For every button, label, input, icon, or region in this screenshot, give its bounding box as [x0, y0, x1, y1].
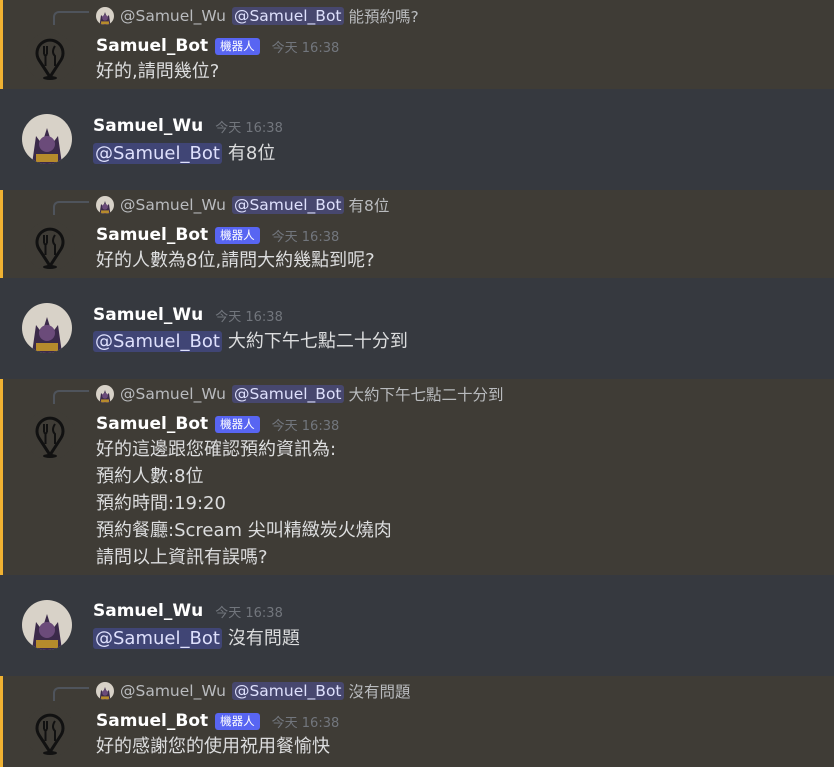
- reply-mention[interactable]: @Samuel_Bot: [231, 385, 344, 403]
- reply-preview[interactable]: @Samuel_Wu @Samuel_Bot 沒有問題: [96, 680, 411, 702]
- bot-message: @Samuel_Wu @Samuel_Bot 有8位 Samuel_Bot 機器…: [0, 190, 834, 278]
- message-header: Samuel_Bot 機器人 今天 16:38: [96, 709, 339, 733]
- message-header: Samuel_Wu 今天 16:38: [93, 114, 283, 138]
- mention-bot[interactable]: @Samuel_Bot: [93, 331, 222, 352]
- user-username[interactable]: Samuel_Wu: [93, 601, 203, 621]
- bot-tag: 機器人: [215, 415, 260, 433]
- user-avatar[interactable]: [22, 303, 72, 353]
- timestamp[interactable]: 今天 16:38: [215, 602, 283, 621]
- message-content: @Samuel_Bot 大約下午七點二十分到: [93, 328, 408, 355]
- bot-avatar[interactable]: [25, 707, 75, 757]
- reply-connector: [53, 201, 89, 215]
- reply-preview[interactable]: @Samuel_Wu @Samuel_Bot 大約下午七點二十分到: [96, 383, 504, 405]
- message-line: 好的這邊跟您確認預約資訊為:: [96, 439, 337, 460]
- reply-text: 沒有問題: [348, 683, 411, 701]
- user-message: Samuel_Wu 今天 16:38 @Samuel_Bot 有8位: [0, 100, 834, 182]
- bot-tag: 機器人: [215, 712, 260, 730]
- message-line: 好的感謝您的使用祝用餐愉快: [96, 736, 330, 757]
- reply-text: 大約下午七點二十分到: [348, 386, 504, 404]
- reply-author[interactable]: @Samuel_Wu: [120, 682, 226, 700]
- message-content: @Samuel_Bot 有8位: [93, 140, 275, 167]
- timestamp[interactable]: 今天 16:38: [272, 37, 340, 56]
- user-message: Samuel_Wu 今天 16:38 @Samuel_Bot 沒有問題: [0, 586, 834, 668]
- bot-username[interactable]: Samuel_Bot: [96, 711, 208, 731]
- reply-author[interactable]: @Samuel_Wu: [120, 385, 226, 403]
- reply-author[interactable]: @Samuel_Wu: [120, 196, 226, 214]
- reply-connector: [53, 11, 89, 25]
- reply-mention[interactable]: @Samuel_Bot: [231, 7, 344, 25]
- user-avatar-mini: [96, 7, 114, 25]
- user-username[interactable]: Samuel_Wu: [93, 116, 203, 136]
- message-header: Samuel_Wu 今天 16:38: [93, 599, 283, 623]
- message-text: 沒有問題: [227, 628, 300, 649]
- reply-connector: [53, 687, 89, 701]
- timestamp[interactable]: 今天 16:38: [272, 712, 340, 731]
- message-content: 好的人數為8位,請問大約幾點到呢?: [96, 247, 375, 274]
- bot-tag: 機器人: [215, 226, 260, 244]
- message-line: 預約時間:19:20: [96, 493, 226, 514]
- bot-message: @Samuel_Wu @Samuel_Bot 能預約嗎? Samuel_Bot …: [0, 0, 834, 89]
- message-line: 預約人數:8位: [96, 466, 204, 487]
- bot-message: @Samuel_Wu @Samuel_Bot 大約下午七點二十分到 Samuel…: [0, 379, 834, 575]
- bot-username[interactable]: Samuel_Bot: [96, 36, 208, 56]
- message-content: @Samuel_Bot 沒有問題: [93, 625, 300, 652]
- reply-preview[interactable]: @Samuel_Wu @Samuel_Bot 有8位: [96, 194, 389, 216]
- bot-avatar[interactable]: [25, 221, 75, 271]
- bot-username[interactable]: Samuel_Bot: [96, 414, 208, 434]
- reply-author[interactable]: @Samuel_Wu: [120, 7, 226, 25]
- message-line: 預約餐廳:Scream 尖叫精緻炭火燒肉: [96, 520, 392, 541]
- user-avatar[interactable]: [22, 600, 72, 650]
- mention-bot[interactable]: @Samuel_Bot: [93, 628, 222, 649]
- bot-tag: 機器人: [215, 37, 260, 55]
- reply-mention[interactable]: @Samuel_Bot: [231, 682, 344, 700]
- message-header: Samuel_Bot 機器人 今天 16:38: [96, 412, 339, 436]
- user-avatar-mini: [96, 196, 114, 214]
- message-content: 好的感謝您的使用祝用餐愉快: [96, 733, 330, 760]
- message-line: 好的,請問幾位?: [96, 61, 220, 82]
- message-line: 好的人數為8位,請問大約幾點到呢?: [96, 250, 375, 271]
- bot-avatar[interactable]: [25, 410, 75, 460]
- reply-connector: [53, 390, 89, 404]
- user-avatar[interactable]: [22, 114, 72, 164]
- message-content: 好的,請問幾位?: [96, 58, 219, 85]
- message-header: Samuel_Bot 機器人 今天 16:38: [96, 223, 339, 247]
- reply-mention[interactable]: @Samuel_Bot: [231, 196, 344, 214]
- user-avatar-mini: [96, 385, 114, 403]
- mention-bot[interactable]: @Samuel_Bot: [93, 143, 222, 164]
- message-content: 好的這邊跟您確認預約資訊為: 預約人數:8位 預約時間:19:20 預約餐廳:S…: [96, 436, 392, 571]
- timestamp[interactable]: 今天 16:38: [215, 117, 283, 136]
- user-username[interactable]: Samuel_Wu: [93, 305, 203, 325]
- message-header: Samuel_Wu 今天 16:38: [93, 303, 283, 327]
- user-message: Samuel_Wu 今天 16:38 @Samuel_Bot 大約下午七點二十分到: [0, 289, 834, 371]
- bot-avatar[interactable]: [25, 32, 75, 82]
- message-header: Samuel_Bot 機器人 今天 16:38: [96, 34, 339, 58]
- message-line: 請問以上資訊有誤嗎?: [96, 547, 268, 568]
- timestamp[interactable]: 今天 16:38: [215, 306, 283, 325]
- user-avatar-mini: [96, 682, 114, 700]
- bot-message: @Samuel_Wu @Samuel_Bot 沒有問題 Samuel_Bot 機…: [0, 676, 834, 767]
- message-text: 有8位: [227, 143, 276, 164]
- reply-text: 能預約嗎?: [348, 8, 419, 26]
- timestamp[interactable]: 今天 16:38: [272, 226, 340, 245]
- reply-preview[interactable]: @Samuel_Wu @Samuel_Bot 能預約嗎?: [96, 5, 419, 27]
- reply-text: 有8位: [348, 197, 390, 215]
- message-text: 大約下午七點二十分到: [227, 331, 408, 352]
- bot-username[interactable]: Samuel_Bot: [96, 225, 208, 245]
- timestamp[interactable]: 今天 16:38: [272, 415, 340, 434]
